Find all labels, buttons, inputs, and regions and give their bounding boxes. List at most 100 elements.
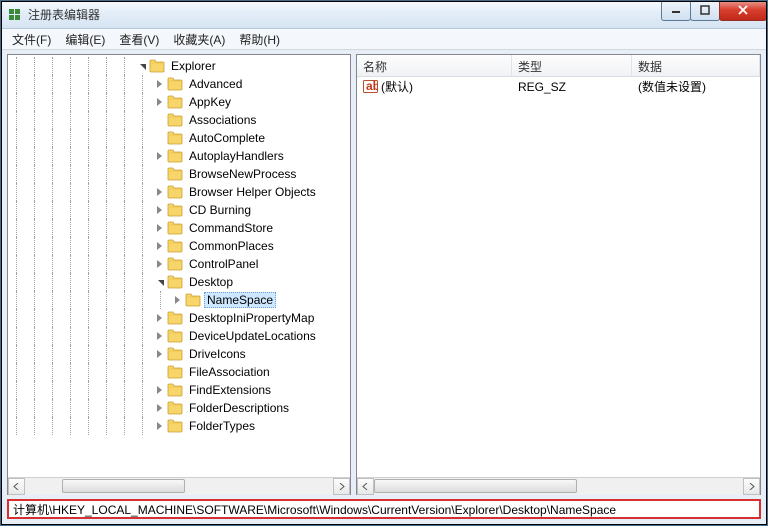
folder-icon — [167, 131, 183, 145]
tree-row[interactable]: FileAssociation — [8, 363, 350, 381]
collapse-icon[interactable] — [135, 60, 147, 72]
tree-row[interactable]: FolderDescriptions — [8, 399, 350, 417]
tree-row[interactable]: Advanced — [8, 75, 350, 93]
col-name[interactable]: 名称 — [357, 55, 512, 76]
tree-row[interactable]: CommonPlaces — [8, 237, 350, 255]
list-body[interactable]: ab (默认) REG_SZ (数值未设置) — [357, 77, 760, 477]
expand-icon[interactable] — [153, 312, 165, 324]
tree-label[interactable]: FindExtensions — [186, 382, 274, 398]
folder-icon — [167, 185, 183, 199]
expand-icon[interactable] — [153, 78, 165, 90]
scroll-left-button[interactable] — [357, 478, 374, 495]
tree-hscroll[interactable] — [8, 477, 350, 494]
value-data: (数值未设置) — [632, 76, 760, 97]
tree-label[interactable]: FolderTypes — [186, 418, 258, 434]
minimize-button[interactable] — [661, 1, 691, 21]
tree-row[interactable]: Associations — [8, 111, 350, 129]
tree-label[interactable]: ControlPanel — [186, 256, 261, 272]
tree-row[interactable]: CommandStore — [8, 219, 350, 237]
values-hscroll[interactable] — [357, 477, 760, 494]
tree-label[interactable]: AppKey — [186, 94, 234, 110]
tree-row[interactable]: NameSpace — [8, 291, 350, 309]
tree-label[interactable]: CommandStore — [186, 220, 276, 236]
col-data[interactable]: 数据 — [632, 55, 760, 76]
tree-label[interactable]: Associations — [186, 112, 259, 128]
col-type[interactable]: 类型 — [512, 55, 632, 76]
tree-label[interactable]: Desktop — [186, 274, 236, 290]
expand-icon[interactable] — [153, 330, 165, 342]
scroll-right-button[interactable] — [333, 478, 350, 495]
list-item[interactable]: ab (默认) REG_SZ (数值未设置) — [357, 77, 760, 96]
folder-icon — [167, 257, 183, 271]
expand-icon[interactable] — [171, 294, 183, 306]
tree: Explorer Advanced AppKey Associations AutoCo… — [8, 55, 350, 437]
tree-label[interactable]: Explorer — [168, 58, 219, 74]
tree-label[interactable]: FolderDescriptions — [186, 400, 292, 416]
tree-label[interactable]: DesktopIniPropertyMap — [186, 310, 317, 326]
folder-icon — [167, 149, 183, 163]
menu-file[interactable]: 文件(F) — [5, 29, 58, 50]
tree-scroll[interactable]: Explorer Advanced AppKey Associations AutoCo… — [8, 55, 350, 477]
tree-row[interactable]: DriveIcons — [8, 345, 350, 363]
value-type: REG_SZ — [512, 78, 632, 96]
expand-icon[interactable] — [153, 222, 165, 234]
scroll-thumb[interactable] — [374, 479, 577, 493]
close-button[interactable] — [719, 1, 767, 21]
tree-row[interactable]: CD Burning — [8, 201, 350, 219]
tree-label[interactable]: NameSpace — [204, 292, 276, 308]
tree-label[interactable]: CD Burning — [186, 202, 254, 218]
tree-row[interactable]: AutoComplete — [8, 129, 350, 147]
menu-favorites[interactable]: 收藏夹(A) — [166, 29, 232, 50]
tree-label[interactable]: AutoComplete — [186, 130, 268, 146]
scroll-track[interactable] — [25, 478, 333, 495]
tree-label[interactable]: CommonPlaces — [186, 238, 277, 254]
tree-label[interactable]: DriveIcons — [186, 346, 249, 362]
tree-row[interactable]: AppKey — [8, 93, 350, 111]
tree-row[interactable]: FindExtensions — [8, 381, 350, 399]
collapse-icon[interactable] — [153, 276, 165, 288]
tree-row[interactable]: AutoplayHandlers — [8, 147, 350, 165]
tree-row[interactable]: ControlPanel — [8, 255, 350, 273]
tree-label[interactable]: BrowseNewProcess — [186, 166, 299, 182]
expand-icon[interactable] — [153, 402, 165, 414]
tree-row[interactable]: BrowseNewProcess — [8, 165, 350, 183]
menubar: 文件(F) 编辑(E) 查看(V) 收藏夹(A) 帮助(H) — [1, 29, 767, 50]
tree-label[interactable]: FileAssociation — [186, 364, 273, 380]
tree-row[interactable]: DesktopIniPropertyMap — [8, 309, 350, 327]
tree-label[interactable]: Browser Helper Objects — [186, 184, 319, 200]
expand-icon[interactable] — [153, 420, 165, 432]
expand-icon[interactable] — [153, 186, 165, 198]
expand-icon[interactable] — [153, 204, 165, 216]
folder-icon — [167, 329, 183, 343]
tree-label[interactable]: DeviceUpdateLocations — [186, 328, 319, 344]
tree-pane: Explorer Advanced AppKey Associations AutoCo… — [7, 54, 351, 495]
tree-row[interactable]: Explorer — [8, 57, 350, 75]
tree-label[interactable]: AutoplayHandlers — [186, 148, 287, 164]
scroll-right-button[interactable] — [743, 478, 760, 495]
titlebar[interactable]: 注册表编辑器 — [1, 1, 767, 29]
tree-row[interactable]: Desktop — [8, 273, 350, 291]
expand-icon[interactable] — [153, 240, 165, 252]
expand-icon[interactable] — [153, 348, 165, 360]
tree-guides — [8, 309, 152, 327]
expand-icon[interactable] — [153, 96, 165, 108]
tree-row[interactable]: DeviceUpdateLocations — [8, 327, 350, 345]
tree-label[interactable]: Advanced — [186, 76, 245, 92]
scroll-track[interactable] — [374, 478, 743, 495]
expand-icon[interactable] — [153, 150, 165, 162]
menu-view[interactable]: 查看(V) — [112, 29, 166, 50]
folder-icon — [167, 383, 183, 397]
tree-row[interactable]: Browser Helper Objects — [8, 183, 350, 201]
expand-icon[interactable] — [153, 258, 165, 270]
tree-guides — [8, 417, 152, 435]
tree-row[interactable]: FolderTypes — [8, 417, 350, 435]
app-icon — [7, 7, 23, 23]
scroll-thumb[interactable] — [62, 479, 185, 493]
scroll-left-button[interactable] — [8, 478, 25, 495]
menu-help[interactable]: 帮助(H) — [232, 29, 287, 50]
tree-guides — [8, 327, 152, 345]
maximize-button[interactable] — [690, 1, 720, 21]
expand-icon[interactable] — [153, 384, 165, 396]
menu-edit[interactable]: 编辑(E) — [58, 29, 112, 50]
tree-guides — [8, 345, 152, 363]
